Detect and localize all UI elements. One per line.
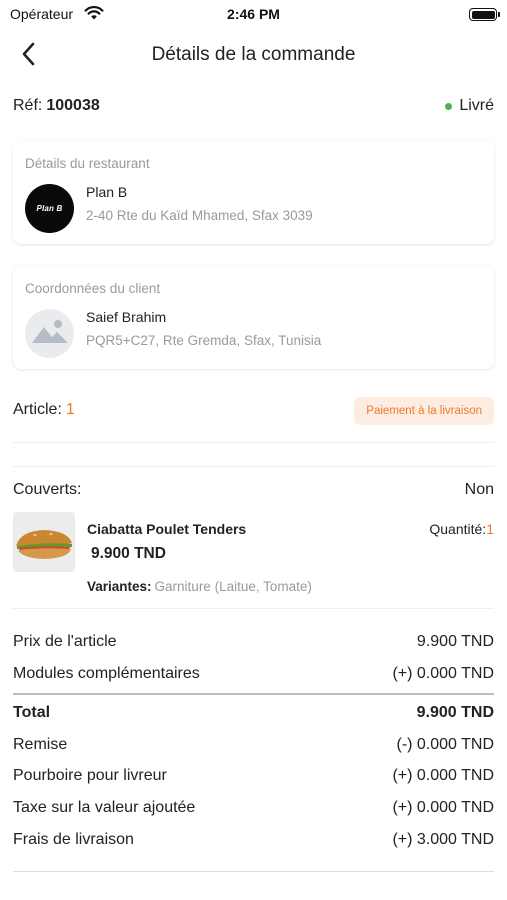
client-name: Saief Brahim xyxy=(86,309,167,325)
restaurant-card: Détails du restaurant Plan B Plan B 2-40… xyxy=(13,141,494,244)
divider xyxy=(13,442,494,443)
divider xyxy=(13,608,494,609)
restaurant-name: Plan B xyxy=(86,184,128,200)
variants-label: Variantes: xyxy=(87,579,152,594)
wifi-icon xyxy=(84,6,104,26)
item-price: 9.900 TND xyxy=(91,545,166,562)
restaurant-address: 2-40 Rte du Kaïd Mhamed, Sfax 3039 xyxy=(86,208,313,223)
clock-time: 2:46 PM xyxy=(227,6,280,22)
summary-tip-row: Pourboire pour livreur (+) 0.000 TND xyxy=(13,767,494,789)
summary-discount-row: Remise (-) 0.000 TND xyxy=(13,736,494,758)
summary-delivery-row: Frais de livraison (+) 3.000 TND xyxy=(13,831,494,853)
ref-value: 100038 xyxy=(46,97,100,114)
divider xyxy=(13,466,494,467)
item-quantity: Quantité:1 xyxy=(429,521,494,537)
summary-item-price-row: Prix de l'article 9.900 TND xyxy=(13,633,494,655)
chevron-left-icon xyxy=(21,42,35,71)
discount-value: (-) 0.000 TND xyxy=(396,736,494,753)
vat-label: Taxe sur la valeur ajoutée xyxy=(13,799,196,816)
quantity-label: Quantité: xyxy=(429,521,487,537)
discount-label: Remise xyxy=(13,736,68,753)
order-status: Livré xyxy=(445,97,494,115)
delivery-value: (+) 3.000 TND xyxy=(392,831,494,848)
total-value: 9.900 TND xyxy=(416,704,494,721)
couverts-label: Couverts: xyxy=(13,481,82,498)
item-price-label: Prix de l'article xyxy=(13,633,117,650)
addons-label: Modules complémentaires xyxy=(13,665,200,682)
summary-vat-row: Taxe sur la valeur ajoutée (+) 0.000 TND xyxy=(13,799,494,821)
page-title: Détails de la commande xyxy=(151,44,356,65)
status-bar: Opérateur 2:46 PM xyxy=(0,0,507,28)
client-section-title: Coordonnées du client xyxy=(25,281,161,296)
status-dot-icon xyxy=(445,102,453,110)
couverts-row: Couverts: Non xyxy=(13,481,494,501)
client-card: Coordonnées du client Saief Brahim PQR5+… xyxy=(13,266,494,369)
back-button[interactable] xyxy=(14,42,42,70)
navigation-bar: Détails de la commande xyxy=(0,36,507,76)
payment-method-badge: Paiement à la livraison xyxy=(354,397,494,425)
couverts-value: Non xyxy=(464,481,494,498)
vat-value: (+) 0.000 TND xyxy=(392,799,494,816)
restaurant-logo: Plan B xyxy=(25,184,74,233)
delivery-label: Frais de livraison xyxy=(13,831,134,848)
image-placeholder-icon xyxy=(31,318,69,349)
client-avatar xyxy=(25,309,74,358)
restaurant-logo-text: Plan B xyxy=(36,204,63,213)
tip-value: (+) 0.000 TND xyxy=(392,767,494,784)
quantity-value: 1 xyxy=(486,521,494,537)
divider xyxy=(13,871,494,872)
battery-icon xyxy=(469,8,500,21)
summary-divider xyxy=(13,693,494,695)
item-image xyxy=(13,512,75,572)
article-row: Article: 1 Paiement à la livraison xyxy=(13,397,494,425)
addons-value: (+) 0.000 TND xyxy=(392,665,494,682)
carrier-label: Opérateur xyxy=(10,6,74,22)
total-label: Total xyxy=(13,704,51,721)
article-label: Article: 1 xyxy=(13,401,75,419)
variants-value: Garniture (Laitue, Tomate) xyxy=(154,579,312,594)
item-price-value: 9.900 TND xyxy=(416,633,494,650)
order-details-screen: Opérateur 2:46 PM Détails de la commande… xyxy=(0,0,507,900)
article-label-text: Article: xyxy=(13,401,62,418)
summary-addons-row: Modules complémentaires (+) 0.000 TND xyxy=(13,665,494,687)
restaurant-section-title: Détails du restaurant xyxy=(25,156,150,171)
client-address: PQR5+C27, Rte Gremda, Sfax, Tunisia xyxy=(86,333,322,348)
ref-label: Réf: xyxy=(13,97,43,114)
status-label: Livré xyxy=(459,97,494,114)
summary-total-row: Total 9.900 TND xyxy=(13,704,494,726)
article-count: 1 xyxy=(65,401,75,418)
tip-label: Pourboire pour livreur xyxy=(13,767,167,784)
item-name: Ciabatta Poulet Tenders xyxy=(87,521,247,537)
order-ref-row: Réf: 100038 Livré xyxy=(13,97,494,119)
item-variants: Variantes: Garniture (Laitue, Tomate) xyxy=(87,579,312,594)
